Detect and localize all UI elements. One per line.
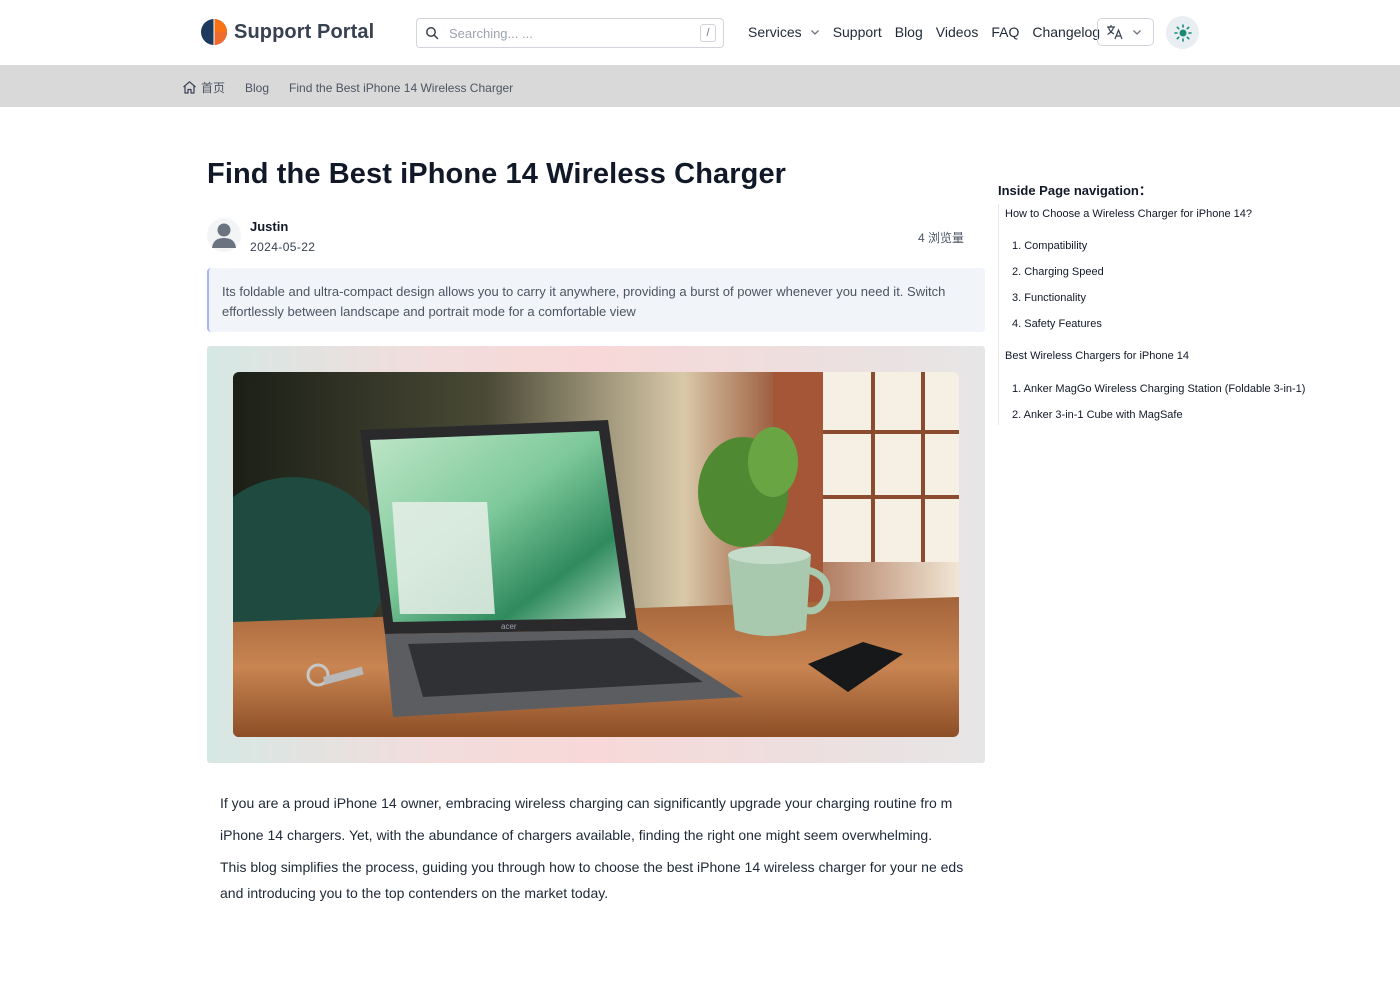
toc-section-link[interactable]: How to Choose a Wireless Charger for iPh… bbox=[1005, 204, 1358, 222]
nav-changelog[interactable]: Changelog bbox=[1032, 24, 1100, 40]
search-shortcut-key: / bbox=[700, 24, 716, 42]
toc-section-link[interactable]: Best Wireless Chargers for iPhone 14 bbox=[1005, 348, 1358, 364]
toc-item-link[interactable]: 1. Anker MagGo Wireless Charging Station… bbox=[1005, 381, 1358, 397]
main-nav: Services Support Blog Videos FAQ Changel… bbox=[748, 24, 1113, 40]
search-box[interactable]: / bbox=[416, 18, 724, 48]
article-paragraph: iPhone 14 chargers. Yet, with the abunda… bbox=[220, 827, 933, 843]
breadcrumb: 首页 Blog Find the Best iPhone 14 Wireless… bbox=[182, 79, 533, 96]
site-header: Support Portal / Services Support Blog V… bbox=[0, 0, 1400, 65]
toc-item-link[interactable]: 1. Compatibility bbox=[1005, 238, 1358, 254]
toc-item-link[interactable]: 2. Anker 3-in-1 Cube with MagSafe bbox=[1005, 407, 1358, 423]
nav-label: Services bbox=[748, 24, 802, 40]
logo-icon bbox=[201, 19, 227, 45]
article-body: If you are a proud iPhone 14 owner, embr… bbox=[220, 790, 972, 912]
page-navigation: Inside Page navigation： How to Choose a … bbox=[998, 181, 1358, 425]
theme-toggle-button[interactable] bbox=[1166, 16, 1199, 49]
laptop-photo: acer bbox=[233, 372, 959, 737]
sun-icon bbox=[1173, 23, 1192, 42]
toc-list: How to Choose a Wireless Charger for iPh… bbox=[998, 204, 1358, 425]
nav-faq[interactable]: FAQ bbox=[991, 24, 1019, 40]
hero-image-frame: acer bbox=[207, 346, 985, 763]
nav-videos[interactable]: Videos bbox=[936, 24, 979, 40]
translate-icon bbox=[1107, 25, 1123, 40]
toc-item-link[interactable]: 3. Functionality bbox=[1005, 290, 1358, 306]
author-block: Justin 2024-05-22 bbox=[207, 218, 315, 255]
brand-name: Support Portal bbox=[234, 20, 375, 43]
nav-support[interactable]: Support bbox=[833, 24, 882, 40]
avatar[interactable] bbox=[207, 218, 241, 252]
article-title: Find the Best iPhone 14 Wireless Charger bbox=[207, 158, 787, 190]
article-paragraph: If you are a proud iPhone 14 owner, embr… bbox=[220, 795, 953, 811]
hero-image: acer bbox=[233, 372, 959, 737]
search-input[interactable] bbox=[449, 25, 689, 41]
chevron-down-icon bbox=[810, 30, 819, 35]
view-count: 4 浏览量 bbox=[918, 231, 965, 245]
toc-title: Inside Page navigation： bbox=[998, 183, 1152, 198]
breadcrumb-blog[interactable]: Blog bbox=[245, 81, 269, 95]
author-name[interactable]: Justin bbox=[250, 218, 315, 236]
search-icon bbox=[426, 27, 439, 40]
breadcrumb-home[interactable]: 首页 bbox=[182, 79, 225, 96]
language-switcher[interactable] bbox=[1097, 18, 1154, 46]
brand-logo[interactable]: Support Portal bbox=[200, 18, 374, 46]
laptop-brand-label: acer bbox=[501, 622, 517, 631]
home-icon bbox=[183, 81, 196, 94]
nav-blog[interactable]: Blog bbox=[895, 24, 923, 40]
toc-item-link[interactable]: 4. Safety Features bbox=[1005, 316, 1358, 332]
breadcrumb-label: 首页 bbox=[201, 81, 226, 95]
article-paragraph: This blog simplifies the process, guidin… bbox=[220, 859, 964, 901]
breadcrumb-current: Find the Best iPhone 14 Wireless Charger bbox=[289, 80, 514, 95]
publish-date: 2024-05-22 bbox=[250, 240, 316, 254]
nav-services[interactable]: Services bbox=[748, 24, 820, 40]
toc-item-link[interactable]: 2. Charging Speed bbox=[1005, 264, 1358, 280]
breadcrumb-bar: 首页 Blog Find the Best iPhone 14 Wireless… bbox=[0, 65, 1400, 107]
chevron-down-icon bbox=[1133, 30, 1141, 35]
article-summary: Its foldable and ultra-compact design al… bbox=[207, 268, 985, 332]
